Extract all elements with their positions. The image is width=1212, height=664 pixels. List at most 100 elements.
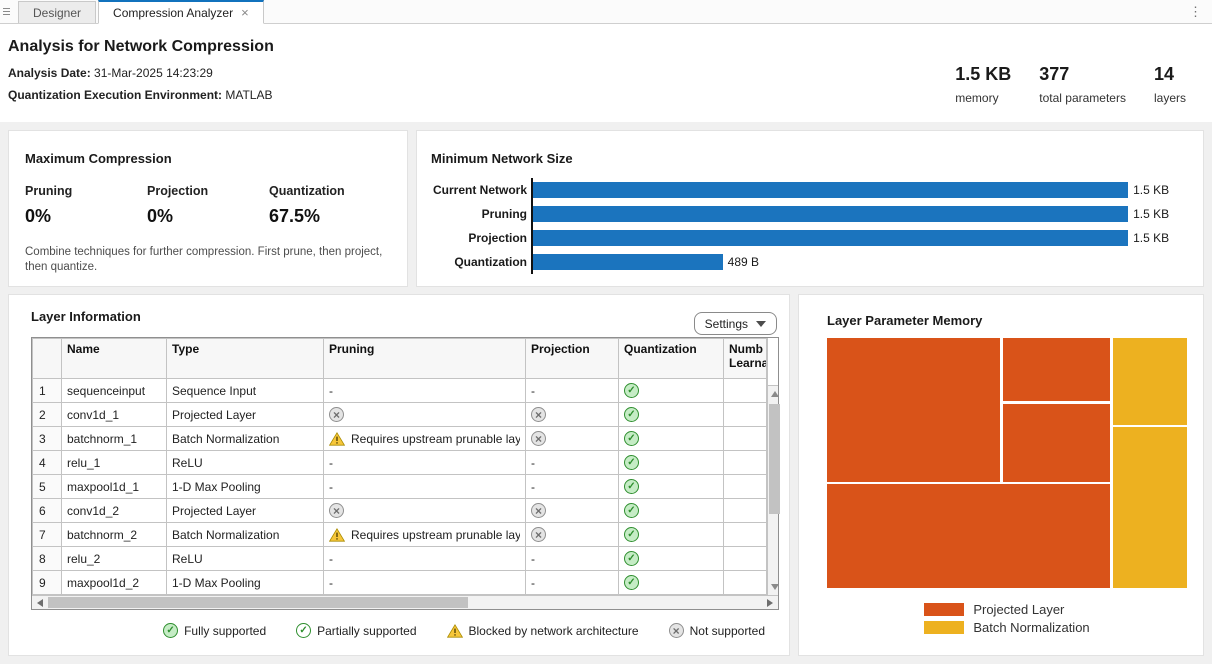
legend-swatch bbox=[924, 621, 964, 634]
row-number: 4 bbox=[33, 451, 62, 475]
vertical-scrollbar-track[interactable] bbox=[768, 386, 778, 595]
cell-name: maxpool1d_1 bbox=[62, 475, 167, 499]
cell-quantization: ✓ bbox=[619, 547, 724, 571]
cell-type: Batch Normalization bbox=[167, 427, 324, 451]
column-header[interactable]: Numb Learna bbox=[724, 339, 767, 379]
minimum-network-size-panel: Minimum Network Size Current NetworkPrun… bbox=[416, 130, 1204, 287]
compression-metrics: Pruning 0% Projection 0% Quantization 67… bbox=[25, 184, 391, 227]
table-row[interactable]: 7batchnorm_2Batch NormalizationRequires … bbox=[33, 523, 767, 547]
stat-value: 1.5 KB bbox=[955, 64, 1011, 85]
dash-text: - bbox=[329, 576, 333, 590]
horizontal-scrollbar[interactable] bbox=[32, 595, 778, 609]
cell-projection: - bbox=[526, 379, 619, 403]
table-body: 1sequenceinputSequence Input--✓2conv1d_1… bbox=[33, 379, 767, 595]
panel-grip-icon[interactable] bbox=[0, 0, 14, 23]
treemap-tile-batchnorm[interactable] bbox=[1113, 338, 1187, 425]
table-row[interactable]: 8relu_2ReLU--✓ bbox=[33, 547, 767, 571]
close-icon[interactable]: × bbox=[241, 6, 249, 19]
fully-supported-icon: ✓ bbox=[624, 407, 639, 422]
settings-button[interactable]: Settings bbox=[694, 312, 777, 335]
legend-item: ✓Fully supported bbox=[163, 623, 266, 638]
min-size-bar-chart: Current NetworkPruningProjectionQuantiza… bbox=[431, 178, 1187, 274]
metric-quantization: Quantization 67.5% bbox=[269, 184, 391, 227]
scroll-left-icon[interactable] bbox=[37, 599, 43, 607]
cell-pruning: - bbox=[324, 451, 526, 475]
stat-value: 377 bbox=[1039, 64, 1126, 85]
cell-projection: - bbox=[526, 451, 619, 475]
cell-quantization: ✓ bbox=[619, 451, 724, 475]
combine-note: Combine techniques for further compressi… bbox=[25, 245, 385, 275]
cell-projection: × bbox=[526, 499, 619, 523]
cell-type: Projected Layer bbox=[167, 403, 324, 427]
column-header[interactable]: Projection bbox=[526, 339, 619, 379]
metric-pruning: Pruning 0% bbox=[25, 184, 147, 227]
tab-designer[interactable]: Designer bbox=[18, 1, 96, 23]
cell-learnables bbox=[724, 379, 767, 403]
stat-label: layers bbox=[1154, 91, 1186, 105]
metric-label: Projection bbox=[147, 184, 269, 198]
cell-quantization: ✓ bbox=[619, 427, 724, 451]
table-row[interactable]: 2conv1d_1Projected Layer××✓ bbox=[33, 403, 767, 427]
table-row[interactable]: 5maxpool1d_11-D Max Pooling--✓ bbox=[33, 475, 767, 499]
metric-label: Quantization bbox=[269, 184, 391, 198]
column-header[interactable]: Pruning bbox=[324, 339, 526, 379]
bar bbox=[533, 230, 1128, 246]
scroll-down-icon[interactable] bbox=[771, 584, 779, 590]
cell-projection: × bbox=[526, 523, 619, 547]
treemap-tile-projected[interactable] bbox=[1003, 404, 1110, 482]
table-row[interactable]: 4relu_1ReLU--✓ bbox=[33, 451, 767, 475]
bar bbox=[533, 254, 723, 270]
not-supported-icon: × bbox=[669, 623, 684, 638]
vertical-scrollbar-thumb[interactable] bbox=[769, 404, 780, 514]
horizontal-scrollbar-thumb[interactable] bbox=[48, 597, 468, 608]
treemap-tile-projected[interactable] bbox=[1003, 338, 1110, 401]
scroll-right-icon[interactable] bbox=[767, 599, 773, 607]
cell-quantization: ✓ bbox=[619, 403, 724, 427]
treemap-tile-projected[interactable] bbox=[827, 484, 1110, 588]
treemap-tile-projected[interactable] bbox=[827, 338, 1000, 482]
not-supported-icon: × bbox=[329, 503, 344, 518]
legend-label: Partially supported bbox=[317, 624, 416, 638]
cell-name: maxpool1d_2 bbox=[62, 571, 167, 595]
cell-quantization: ✓ bbox=[619, 523, 724, 547]
legend-item: Projected Layer bbox=[924, 602, 1089, 617]
legend-label: Projected Layer bbox=[973, 602, 1064, 617]
fully-supported-icon: ✓ bbox=[624, 527, 639, 542]
tab-label: Designer bbox=[33, 6, 81, 20]
table-row[interactable]: 6conv1d_2Projected Layer××✓ bbox=[33, 499, 767, 523]
min-size-bars: 1.5 KB1.5 KB1.5 KB489 B bbox=[531, 178, 1187, 274]
column-header[interactable]: Type bbox=[167, 339, 324, 379]
layer-information-panel: Layer Information Settings NameTypePruni… bbox=[8, 294, 790, 656]
column-header[interactable]: Name bbox=[62, 339, 167, 379]
cell-projection: × bbox=[526, 403, 619, 427]
cell-pruning: - bbox=[324, 571, 526, 595]
warning-icon bbox=[329, 432, 345, 446]
bar-value-label: 1.5 KB bbox=[1133, 231, 1169, 245]
layer-parameter-memory-panel: Layer Parameter Memory Projected LayerBa… bbox=[798, 294, 1204, 656]
row-number: 8 bbox=[33, 547, 62, 571]
column-header[interactable] bbox=[33, 339, 62, 379]
cell-type: 1-D Max Pooling bbox=[167, 475, 324, 499]
cell-pruning: - bbox=[324, 475, 526, 499]
scroll-up-icon[interactable] bbox=[771, 391, 779, 397]
cell-type: ReLU bbox=[167, 451, 324, 475]
table-row[interactable]: 1sequenceinputSequence Input--✓ bbox=[33, 379, 767, 403]
cell-learnables bbox=[724, 403, 767, 427]
chevron-down-icon bbox=[756, 321, 766, 327]
treemap bbox=[827, 338, 1187, 588]
stat-value: 14 bbox=[1154, 64, 1186, 85]
fully-supported-icon: ✓ bbox=[624, 479, 639, 494]
page-title: Analysis for Network Compression bbox=[8, 38, 1212, 56]
dash-text: - bbox=[329, 480, 333, 494]
cell-type: Sequence Input bbox=[167, 379, 324, 403]
cell-learnables bbox=[724, 523, 767, 547]
vertical-scrollbar[interactable] bbox=[767, 338, 778, 595]
table-row[interactable]: 3batchnorm_1Batch NormalizationRequires … bbox=[33, 427, 767, 451]
tab-compression-analyzer[interactable]: Compression Analyzer × bbox=[98, 0, 264, 24]
treemap-tile-batchnorm[interactable] bbox=[1113, 427, 1187, 588]
support-legend: ✓Fully supported✓Partially supportedBloc… bbox=[31, 623, 765, 638]
overflow-menu-icon[interactable]: ⋮ bbox=[1189, 4, 1202, 20]
column-header[interactable]: Quantization bbox=[619, 339, 724, 379]
table-row[interactable]: 9maxpool1d_21-D Max Pooling--✓ bbox=[33, 571, 767, 595]
legend-item: Blocked by network architecture bbox=[447, 624, 639, 638]
